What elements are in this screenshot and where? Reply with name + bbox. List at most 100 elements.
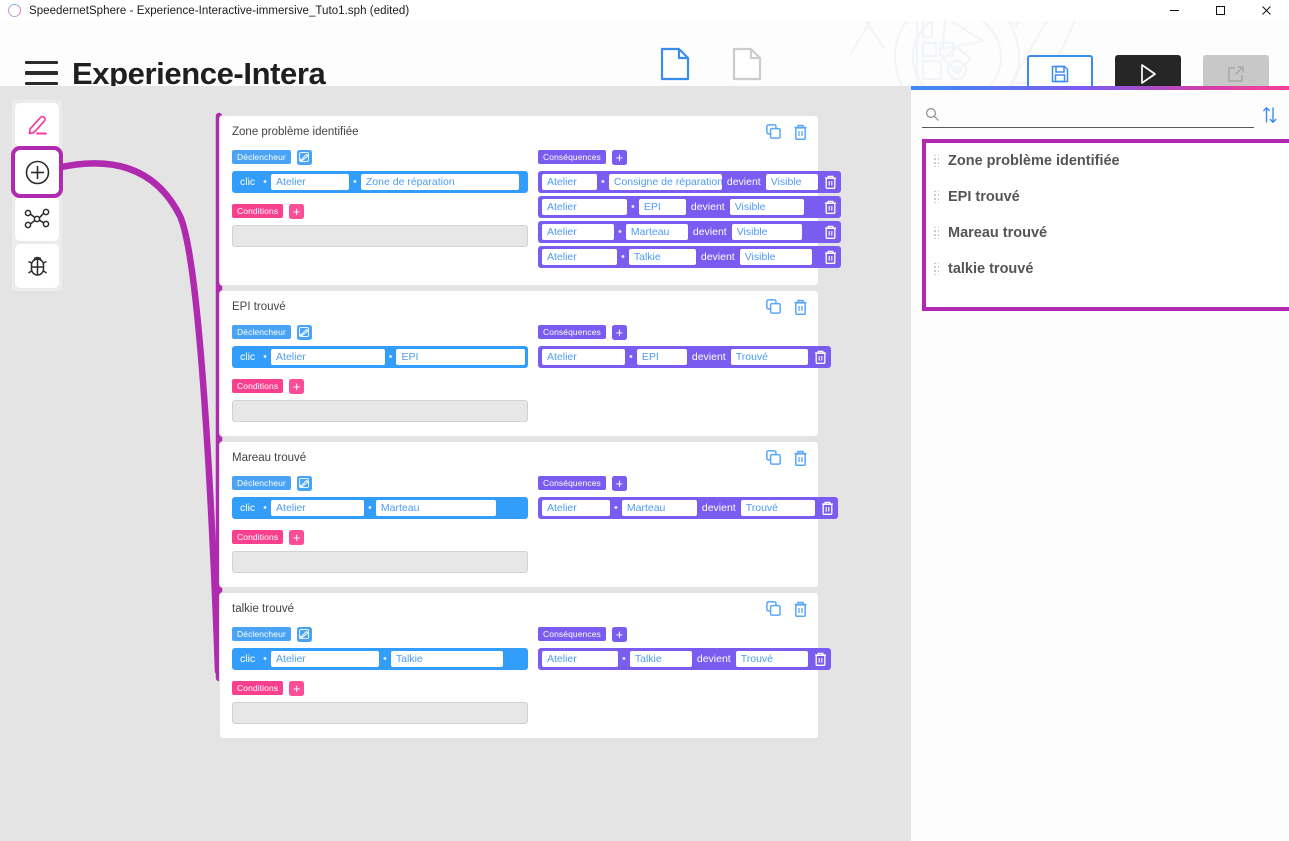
- becomes-label: devient: [701, 502, 736, 514]
- save-button[interactable]: [1027, 55, 1093, 86]
- copy-icon[interactable]: [766, 601, 781, 622]
- delete-consequence-icon[interactable]: [818, 225, 837, 239]
- consequences-column: Conséquences + Atelier • Marteau devient Trouv…: [538, 475, 838, 573]
- delete-consequence-icon[interactable]: [815, 501, 834, 515]
- trash-icon[interactable]: [793, 299, 808, 320]
- conditions-dropzone[interactable]: [232, 702, 528, 724]
- consequence-object-field[interactable]: Atelier: [542, 651, 618, 667]
- conditions-dropzone[interactable]: [232, 400, 528, 422]
- trash-icon[interactable]: [793, 601, 808, 622]
- drag-handle-icon[interactable]: [934, 226, 939, 240]
- pencil-tool[interactable]: [15, 103, 59, 147]
- trigger-target-field[interactable]: Zone de réparation: [360, 174, 519, 190]
- trigger-edit-button[interactable]: [296, 149, 312, 165]
- consequence-target-field[interactable]: Marteau: [625, 224, 688, 240]
- trigger-edit-button[interactable]: [296, 475, 312, 491]
- consequence-object-field[interactable]: Atelier: [542, 500, 610, 516]
- debug-tool[interactable]: [15, 244, 59, 288]
- search-field[interactable]: [922, 102, 1254, 128]
- trigger-edit-button[interactable]: [296, 324, 312, 340]
- copy-icon[interactable]: [766, 299, 781, 320]
- rule-card: Zone problème identifiée Déclencheur clic •…: [219, 115, 841, 286]
- add-consequence-button[interactable]: +: [611, 475, 627, 491]
- play-button[interactable]: [1115, 55, 1181, 86]
- consequence-target-field[interactable]: Talkie: [628, 249, 696, 265]
- trigger-chip: Déclencheur: [232, 476, 291, 490]
- separator-dot: •: [601, 176, 605, 188]
- add-condition-button[interactable]: +: [289, 529, 305, 545]
- delete-consequence-icon[interactable]: [818, 250, 837, 264]
- trigger-object-field[interactable]: Atelier: [271, 349, 385, 365]
- trigger-target-field[interactable]: EPI: [396, 349, 525, 365]
- consequence-state-field[interactable]: Visible: [729, 199, 804, 215]
- list-item[interactable]: EPI trouvé: [926, 179, 1289, 215]
- consequence-row: Atelier • EPI devient Trouvé: [538, 346, 831, 368]
- app-circle-icon: [8, 4, 21, 17]
- list-item[interactable]: Mareau trouvé: [926, 215, 1289, 251]
- add-condition-button[interactable]: +: [289, 378, 305, 394]
- consequence-row: Atelier • EPI devient Visible: [538, 196, 841, 218]
- consequence-target-field[interactable]: EPI: [638, 199, 686, 215]
- plus-icon: +: [615, 324, 624, 340]
- trigger-object-field[interactable]: Atelier: [271, 174, 350, 190]
- consequence-target-field[interactable]: Marteau: [621, 500, 697, 516]
- list-item[interactable]: talkie trouvé: [926, 251, 1289, 287]
- trigger-chip: Déclencheur: [232, 150, 291, 164]
- add-tool[interactable]: [11, 146, 63, 198]
- sort-arrows-icon[interactable]: [1262, 106, 1278, 124]
- trigger-target-field[interactable]: Marteau: [375, 500, 496, 516]
- drag-handle-icon[interactable]: [934, 190, 939, 204]
- consequence-target-field[interactable]: EPI: [636, 349, 687, 365]
- hamburger-menu-icon[interactable]: [25, 61, 58, 85]
- trigger-object-field[interactable]: Atelier: [271, 500, 365, 516]
- search-input[interactable]: [946, 107, 1246, 122]
- minimize-icon[interactable]: [1151, 0, 1197, 21]
- drag-handle-icon[interactable]: [934, 262, 939, 276]
- conditions-dropzone[interactable]: [232, 551, 528, 573]
- trigger-edit-button[interactable]: [296, 626, 312, 642]
- graph-tool[interactable]: [15, 197, 59, 241]
- delete-consequence-icon[interactable]: [818, 175, 837, 189]
- copy-icon[interactable]: [766, 450, 781, 471]
- consequence-object-field[interactable]: Atelier: [542, 174, 597, 190]
- add-condition-button[interactable]: +: [289, 680, 305, 696]
- trash-icon[interactable]: [793, 450, 808, 471]
- consequence-state-field[interactable]: Visible: [731, 224, 802, 240]
- add-consequence-button[interactable]: +: [611, 149, 627, 165]
- add-consequence-button[interactable]: +: [611, 626, 627, 642]
- copy-icon[interactable]: [766, 124, 781, 145]
- trigger-target-field[interactable]: Talkie: [390, 651, 503, 667]
- consequence-target-field[interactable]: Consigne de réparation: [608, 174, 722, 190]
- tab-tout[interactable]: Tout: [650, 47, 700, 86]
- trigger-object-field[interactable]: Atelier: [271, 651, 380, 667]
- consequence-object-field[interactable]: Atelier: [542, 249, 617, 265]
- list-item[interactable]: Zone problème identifiée: [926, 143, 1289, 179]
- close-icon[interactable]: [1243, 0, 1289, 21]
- editor-canvas: Zone problème identifiée Déclencheur clic •…: [0, 86, 911, 841]
- conditions-dropzone[interactable]: [232, 225, 528, 247]
- consequence-state-field[interactable]: Visible: [765, 174, 818, 190]
- consequence-state-field[interactable]: Trouvé: [735, 651, 808, 667]
- tab-atelier[interactable]: Atelier: [722, 47, 772, 86]
- consequence-state-field[interactable]: Visible: [739, 249, 812, 265]
- consequence-object-field[interactable]: Atelier: [542, 224, 614, 240]
- delete-consequence-icon[interactable]: [808, 350, 827, 364]
- delete-consequence-icon[interactable]: [808, 652, 827, 666]
- consequence-state-field[interactable]: Trouvé: [730, 349, 808, 365]
- add-consequence-button[interactable]: +: [611, 324, 627, 340]
- add-condition-button[interactable]: +: [289, 203, 305, 219]
- maximize-icon[interactable]: [1197, 0, 1243, 21]
- drag-handle-icon[interactable]: [934, 154, 939, 168]
- export-button[interactable]: [1203, 55, 1269, 86]
- consequence-state-field[interactable]: Trouvé: [740, 500, 815, 516]
- trigger-verb: clic: [240, 176, 256, 188]
- consequence-target-field[interactable]: Talkie: [629, 651, 692, 667]
- rule-card-title: Mareau trouvé: [232, 452, 307, 464]
- rule-card: talkie trouvé Déclencheur clic • Atelier • Tal…: [219, 592, 831, 739]
- consequence-object-field[interactable]: Atelier: [542, 349, 625, 365]
- delete-consequence-icon[interactable]: [818, 200, 837, 214]
- becomes-label: devient: [691, 351, 726, 363]
- consequence-object-field[interactable]: Atelier: [542, 199, 627, 215]
- trash-icon[interactable]: [793, 124, 808, 145]
- window-title: SpeedernetSphere - Experience-Interactiv…: [29, 4, 410, 17]
